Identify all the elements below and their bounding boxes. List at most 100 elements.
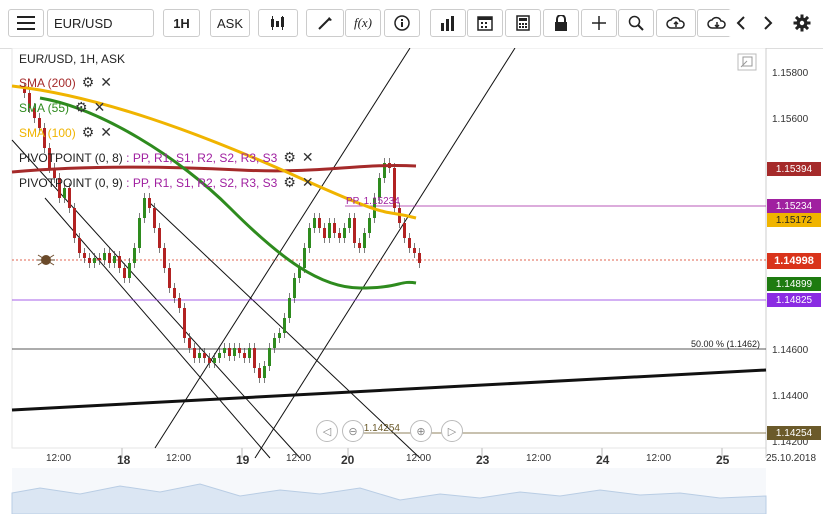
candle-body (323, 228, 326, 238)
candle-body (343, 228, 346, 238)
zoom-button[interactable] (618, 9, 654, 37)
lock-button[interactable] (543, 9, 579, 37)
candle-body (173, 288, 176, 298)
sma100-close-icon[interactable]: ✕ (100, 124, 112, 141)
sma55-settings-gear-icon[interactable]: ⚙ (75, 99, 88, 116)
sma100-settings-gear-icon[interactable]: ⚙ (82, 124, 95, 141)
scroll-right-button[interactable]: ▷ (441, 420, 463, 442)
price-tick: 1.15800 (772, 68, 809, 79)
candle-body (358, 243, 361, 248)
fib-annotation: 50.00 % (1.1462) (691, 339, 760, 349)
price-type-label: ASK (216, 15, 243, 31)
candle-body (123, 268, 126, 278)
zoom-out-icon: ⊖ (348, 425, 358, 438)
sma55-legend[interactable]: SMA (55) ⚙ ✕ (19, 99, 105, 116)
candle-body (228, 348, 231, 356)
price-label-sma55: 1.14899 (767, 277, 821, 291)
candle-body (178, 298, 181, 308)
time-tick: 12:00 (526, 453, 552, 464)
time-tick: 23 (476, 453, 490, 467)
pivot8-settings-gear-icon[interactable]: ⚙ (283, 149, 296, 166)
volume-button[interactable] (430, 9, 466, 37)
candle-body (103, 253, 106, 260)
pivot8-prefix: PIVOTPOINT (0, 8) (19, 151, 123, 165)
calendar-button[interactable] (467, 9, 503, 37)
draw-tool-button[interactable] (306, 9, 344, 37)
candle-body (73, 208, 76, 238)
candle-body (348, 218, 351, 228)
chevron-right-icon (764, 16, 773, 30)
sma200-settings-gear-icon[interactable]: ⚙ (82, 74, 95, 91)
upload-button[interactable] (656, 9, 696, 37)
candle-body (198, 353, 201, 358)
candle-body (263, 366, 266, 378)
time-tick: 12:00 (286, 453, 312, 464)
candle-body (273, 338, 276, 348)
sma100-legend[interactable]: SMA (100) ⚙ ✕ (19, 124, 112, 141)
calculator-button[interactable] (505, 9, 541, 37)
pivot9-legend[interactable]: PIVOTPOINT (0, 9) : PP, R1, S1, R2, S2, … (19, 174, 314, 191)
bar-chart-icon (441, 16, 454, 31)
candle-body (418, 253, 421, 263)
price-label-sma200: 1.15394 (767, 162, 821, 176)
pivot8-legend[interactable]: PIVOTPOINT (0, 8) : PP, R1, S1, R2, S2, … (19, 149, 314, 166)
candle-body (238, 348, 241, 353)
candle-body (268, 348, 271, 366)
pivot9-settings-gear-icon[interactable]: ⚙ (283, 174, 296, 191)
candle-body (223, 348, 226, 353)
timeframe-button[interactable]: 1H (163, 9, 200, 37)
candle-body (133, 248, 136, 263)
info-button[interactable] (384, 9, 420, 37)
candle-body (208, 358, 211, 363)
chevron-right-icon: ▷ (447, 425, 457, 438)
candlestick-icon (271, 16, 284, 30)
candle-body (128, 263, 131, 278)
symbol-input[interactable]: EUR/USD (47, 9, 154, 37)
candle-body (233, 348, 236, 356)
sma200-legend[interactable]: SMA (200) ⚙ ✕ (19, 74, 112, 91)
price-chart[interactable]: PP, 1.15234 50.00 % (1.1462) S3, 1.14254 (0, 48, 823, 514)
candle-body (413, 248, 416, 253)
sma55-close-icon[interactable]: ✕ (94, 99, 106, 116)
chart-type-button[interactable] (258, 9, 298, 37)
candle-body (363, 233, 366, 248)
info-icon (394, 15, 410, 31)
pp-annotation: PP, 1.15234 (346, 196, 400, 207)
next-button[interactable] (755, 9, 781, 37)
zoom-in-icon: ⊕ (416, 425, 426, 438)
toolbar: EUR/USD 1H ASK f(x) (0, 0, 823, 49)
candle-body (308, 228, 311, 248)
gear-icon (793, 14, 811, 32)
time-tick: 18 (117, 453, 131, 467)
crosshair-button[interactable] (581, 9, 617, 37)
pencil-icon (318, 17, 332, 30)
candle-body (328, 223, 331, 238)
settings-button[interactable] (789, 9, 815, 37)
candle-body (293, 278, 296, 298)
spider-icon (37, 254, 55, 266)
hamburger-menu-button[interactable] (8, 9, 44, 37)
price-label-pp: 1.15234 (767, 199, 821, 213)
time-tick: 19 (236, 453, 250, 467)
zoom-in-button[interactable]: ⊕ (410, 420, 432, 442)
candle-body (118, 256, 121, 268)
price-label-current: 1.14998 (767, 253, 821, 269)
pivot8-close-icon[interactable]: ✕ (302, 149, 314, 166)
candle-body (108, 253, 111, 263)
pivot8-items: : PP, R1, S1, R2, S2, R3, S3 (126, 151, 278, 165)
sma100-label: SMA (100) (19, 126, 76, 140)
candle-body (253, 348, 256, 368)
scroll-left-button[interactable]: ◁ (316, 420, 338, 442)
candle-body (218, 353, 221, 358)
chevron-left-icon (736, 16, 745, 30)
indicators-button[interactable]: f(x) (345, 9, 381, 37)
zoom-out-button[interactable]: ⊖ (342, 420, 364, 442)
sma200-close-icon[interactable]: ✕ (100, 74, 112, 91)
pivot9-close-icon[interactable]: ✕ (302, 174, 314, 191)
prev-button[interactable] (728, 9, 754, 37)
expand-icon[interactable] (737, 53, 757, 71)
chart-area[interactable]: PP, 1.15234 50.00 % (1.1462) S3, 1.14254… (0, 48, 823, 514)
zoom-icon (628, 15, 644, 31)
candle-body (193, 348, 196, 358)
price-type-button[interactable]: ASK (210, 9, 250, 37)
